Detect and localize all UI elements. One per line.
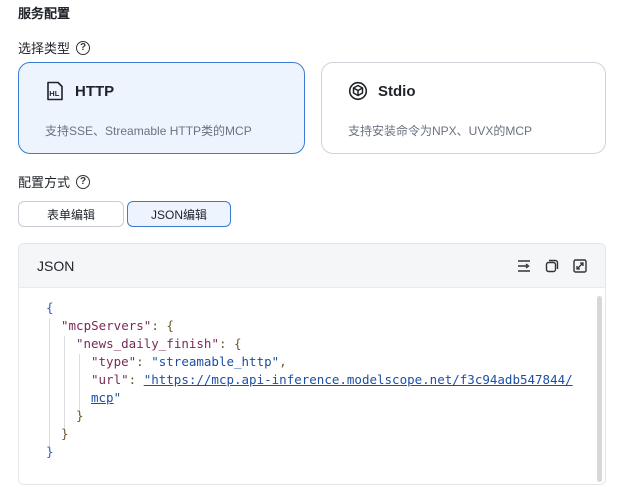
code-line: } — [61, 425, 69, 443]
editor-header: JSON — [19, 244, 605, 288]
url-link[interactable]: "https://mcp.api-inference.modelscope.ne… — [144, 372, 573, 387]
code-area[interactable]: { "mcpServers": { "news_daily_finish": {… — [19, 288, 605, 484]
svg-text:HL: HL — [49, 89, 59, 98]
punct: : { — [151, 318, 174, 333]
json-string: "streamable_http" — [151, 354, 280, 369]
code-line: { — [46, 299, 54, 317]
format-icon[interactable] — [516, 258, 532, 274]
stdio-package-icon — [348, 81, 368, 101]
code-line: "type": "streamable_http", — [91, 353, 287, 371]
type-card-http-desc: 支持SSE、Streamable HTTP类的MCP — [45, 124, 252, 138]
punct: : — [136, 354, 152, 369]
mode-button-form[interactable]: 表单编辑 — [18, 201, 124, 227]
json-key: "mcpServers" — [61, 318, 152, 333]
mode-button-json[interactable]: JSON编辑 — [127, 201, 231, 227]
expand-icon[interactable] — [572, 258, 588, 274]
type-field-label: 选择类型 ? — [18, 38, 91, 57]
scrollbar[interactable] — [597, 296, 602, 482]
punct: : { — [219, 336, 242, 351]
help-icon[interactable]: ? — [76, 174, 91, 189]
punct: , — [279, 354, 287, 369]
json-key: "url" — [91, 372, 129, 387]
json-key: "news_daily_finish" — [76, 336, 219, 351]
code-line: "news_daily_finish": { — [76, 335, 242, 353]
brace: } — [61, 426, 69, 441]
brace: } — [76, 408, 84, 423]
type-card-http-title: HTTP — [75, 82, 115, 100]
type-card-stdio-desc: 支持安装命令为NPX、UVX的MCP — [348, 124, 533, 138]
json-string: " — [113, 390, 122, 405]
indent-guide — [79, 354, 80, 414]
editor-toolbar — [516, 258, 588, 274]
section-title: 服务配置 — [18, 6, 71, 21]
http-file-icon: HL — [47, 81, 63, 101]
brace: } — [46, 444, 54, 459]
json-editor: JSON { "mcpServers": { "news_daily_finis… — [18, 243, 606, 485]
code-line: "mcpServers": { — [61, 317, 174, 335]
type-card-http[interactable]: HL HTTP 支持SSE、Streamable HTTP类的MCP — [18, 62, 305, 154]
indent-guide — [49, 318, 50, 450]
editor-title: JSON — [37, 257, 75, 274]
help-icon[interactable]: ? — [76, 40, 91, 55]
type-card-stdio-title: Stdio — [378, 82, 416, 100]
code-line: mcp" — [91, 389, 121, 407]
code-line: } — [46, 443, 54, 461]
type-label-text: 选择类型 — [18, 41, 71, 56]
type-card-stdio[interactable]: Stdio 支持安装命令为NPX、UVX的MCP — [321, 62, 606, 154]
copy-icon[interactable] — [544, 258, 560, 274]
indent-guide — [64, 336, 65, 432]
json-key: "type" — [91, 354, 137, 369]
url-link[interactable]: mcp — [91, 390, 114, 405]
brace: { — [46, 300, 54, 315]
config-field-label: 配置方式 ? — [18, 172, 91, 191]
config-label-text: 配置方式 — [18, 175, 71, 190]
code-line: "url": "https://mcp.api-inference.models… — [91, 371, 573, 389]
code-line: } — [76, 407, 84, 425]
punct: : — [128, 372, 144, 387]
